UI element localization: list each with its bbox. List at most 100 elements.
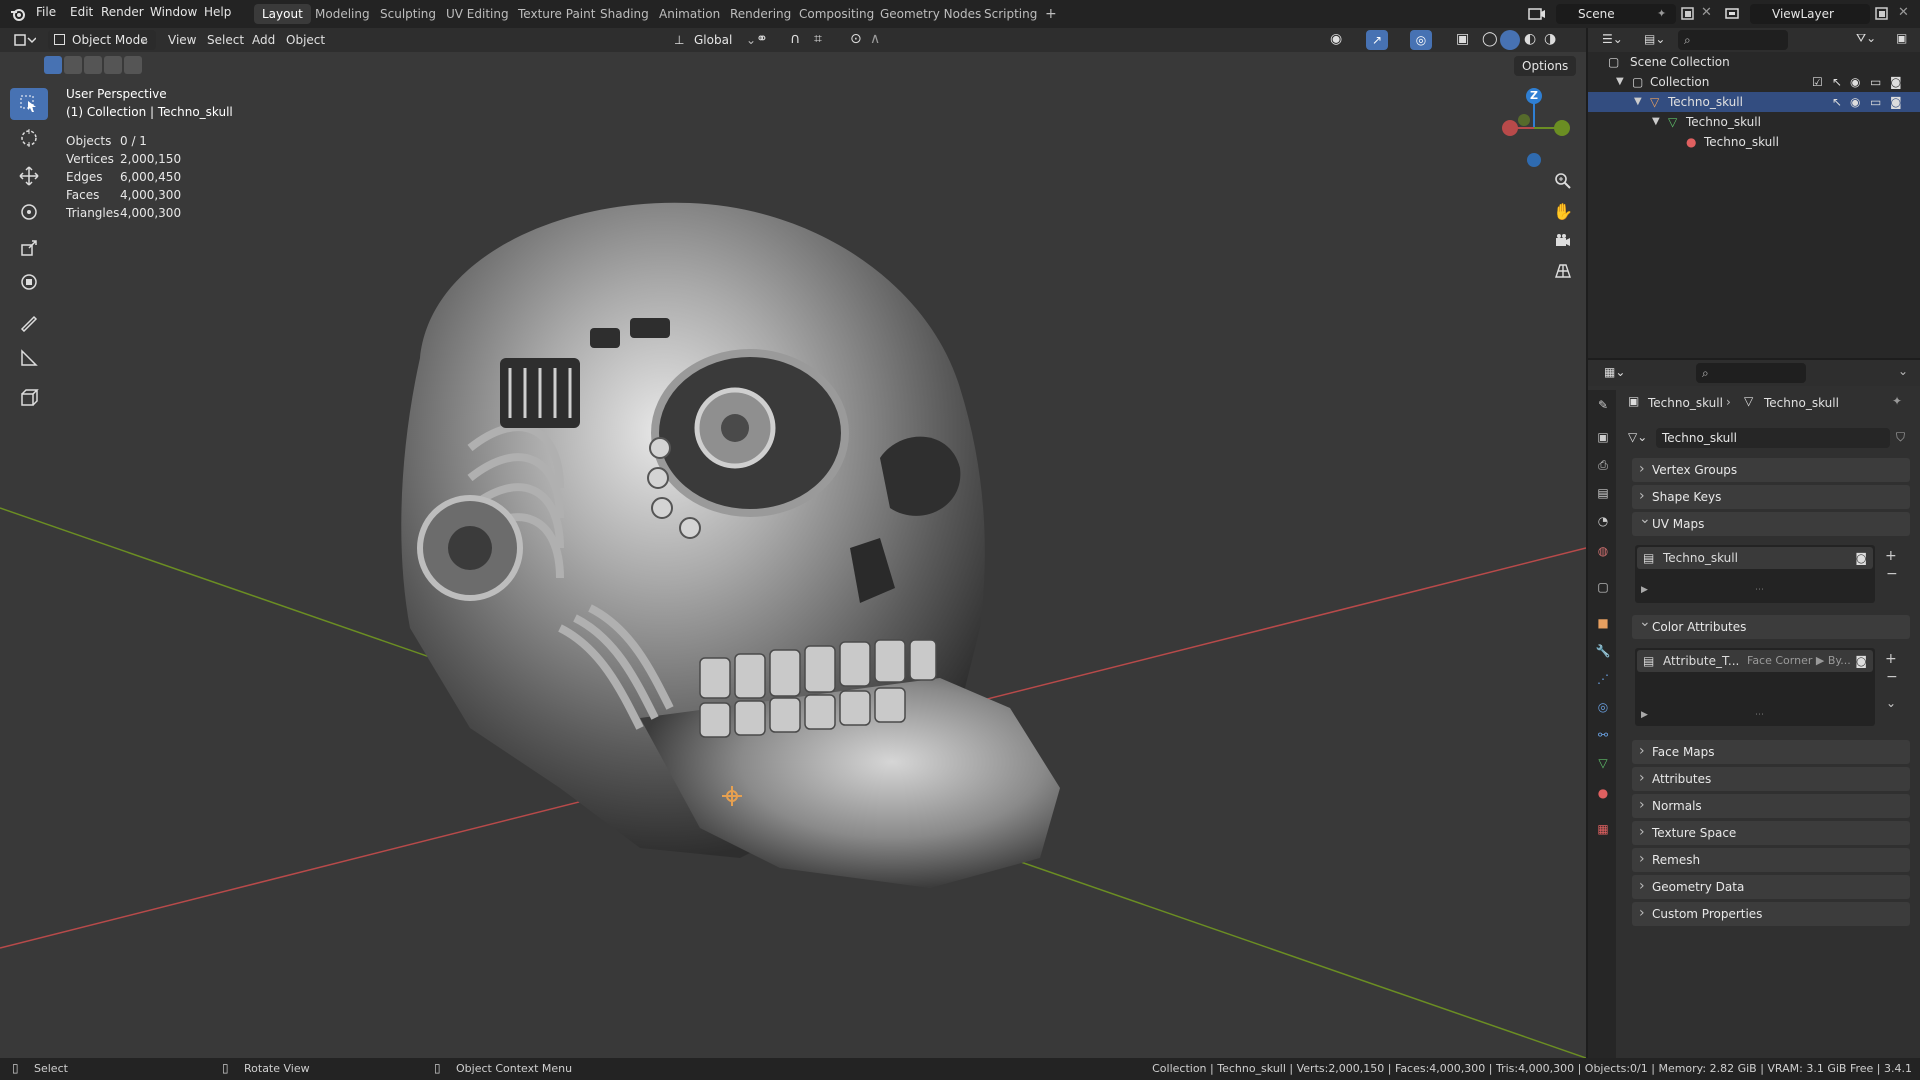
particles-tab-icon[interactable]: ⋰: [1594, 670, 1612, 688]
resize-handle-icon[interactable]: ⋯: [1755, 585, 1764, 595]
viewport-scene[interactable]: [0, 28, 1586, 1058]
expand-arrow-icon[interactable]: ▶: [1641, 585, 1648, 595]
tab-sculpting[interactable]: Sculpting: [372, 4, 444, 24]
panel-geometry-data[interactable]: Geometry Data: [1632, 874, 1910, 899]
outliner-row-object[interactable]: ▼ ▽ Techno_skull ↖ ◉ ▭ ◙: [1588, 92, 1920, 112]
outliner-row-material[interactable]: ● Techno_skull: [1588, 132, 1920, 152]
object-mode-dropdown[interactable]: Object Mode ⌄: [48, 30, 156, 50]
fake-user-shield-icon[interactable]: ⛉: [1896, 430, 1905, 445]
measure-tool[interactable]: [10, 342, 48, 374]
wireframe-shading-icon[interactable]: ◯: [1482, 31, 1498, 47]
add-uv-map-button[interactable]: +: [1885, 548, 1897, 564]
outliner-row-scene-collection[interactable]: ▢ Scene Collection: [1588, 52, 1920, 72]
eye-icon[interactable]: ◉: [1850, 72, 1860, 92]
monitor-icon[interactable]: ▭: [1870, 72, 1881, 92]
new-scene-icon[interactable]: [1680, 6, 1696, 25]
tab-rendering[interactable]: Rendering: [722, 4, 799, 24]
outliner-search-input[interactable]: ⌕: [1678, 30, 1788, 50]
menu-object[interactable]: Object: [286, 33, 325, 47]
monitor-icon[interactable]: ▭: [1870, 92, 1881, 112]
3d-viewport[interactable]: [0, 28, 1586, 1058]
tab-uv-editing[interactable]: UV Editing: [438, 4, 517, 24]
view-layer-tab-icon[interactable]: ▤: [1594, 484, 1612, 502]
world-tab-icon[interactable]: ◍: [1594, 542, 1612, 560]
panel-remesh[interactable]: Remesh: [1632, 847, 1910, 872]
new-view-layer-icon[interactable]: [1874, 6, 1890, 25]
selectable-icon[interactable]: ↖: [1832, 72, 1842, 92]
options-dropdown[interactable]: Options: [1514, 56, 1576, 76]
camera-icon[interactable]: ◙: [1855, 547, 1867, 569]
pin-icon[interactable]: ✦: [1892, 394, 1902, 408]
menu-window[interactable]: Window: [150, 5, 197, 19]
panel-shape-keys[interactable]: Shape Keys: [1632, 484, 1910, 509]
panel-vertex-groups[interactable]: Vertex Groups: [1632, 457, 1910, 482]
pan-hand-icon[interactable]: ✋: [1550, 198, 1576, 224]
proportional-edit-icon[interactable]: ⊙: [850, 31, 862, 47]
pin-icon[interactable]: ✦: [1657, 7, 1666, 20]
material-tab-icon[interactable]: ●: [1594, 784, 1612, 802]
constraints-tab-icon[interactable]: ⚯: [1594, 726, 1612, 744]
rotate-tool[interactable]: [10, 196, 48, 228]
panel-face-maps[interactable]: Face Maps: [1632, 739, 1910, 764]
color-attribute-item[interactable]: ▤ Attribute_T... Face Corner ▶ By... ◙: [1637, 650, 1873, 672]
select-new-icon[interactable]: [44, 56, 62, 74]
resize-handle-icon[interactable]: ⋯: [1755, 710, 1764, 720]
blender-logo-icon[interactable]: [10, 6, 26, 25]
scale-tool[interactable]: [10, 232, 48, 264]
object-tab-icon[interactable]: ■: [1594, 614, 1612, 632]
select-subtract-icon[interactable]: [84, 56, 102, 74]
physics-tab-icon[interactable]: ◎: [1594, 698, 1612, 716]
new-collection-icon[interactable]: ▣: [1896, 31, 1907, 45]
pivot-point-icon[interactable]: ⚭: [756, 31, 768, 47]
panel-custom-properties[interactable]: Custom Properties: [1632, 901, 1910, 926]
modifier-tab-icon[interactable]: 🔧: [1594, 642, 1612, 660]
render-tab-icon[interactable]: ▣: [1594, 428, 1612, 446]
selectable-icon[interactable]: ↖: [1832, 92, 1842, 112]
menu-view[interactable]: View: [168, 33, 196, 47]
output-tab-icon[interactable]: ⎙: [1594, 456, 1612, 474]
select-invert-icon[interactable]: [104, 56, 122, 74]
remove-view-layer-icon[interactable]: ✕: [1898, 5, 1909, 20]
scene-icon[interactable]: [1528, 6, 1546, 25]
properties-editor-icon[interactable]: ▦⌄: [1604, 365, 1625, 379]
gizmo-toggle-icon[interactable]: ↗: [1366, 30, 1388, 50]
expand-arrow-icon[interactable]: ▼: [1652, 112, 1660, 132]
remove-scene-icon[interactable]: ✕: [1701, 5, 1712, 20]
remove-uv-map-button[interactable]: −: [1886, 566, 1898, 582]
checkbox-icon[interactable]: ☑: [1812, 72, 1823, 92]
menu-select[interactable]: Select: [207, 33, 244, 47]
perspective-toggle-icon[interactable]: [1550, 258, 1576, 284]
tab-shading[interactable]: Shading: [592, 4, 657, 24]
texture-tab-icon[interactable]: ▦: [1594, 820, 1612, 838]
eye-icon[interactable]: ◉: [1850, 92, 1860, 112]
zoom-icon[interactable]: [1550, 168, 1576, 194]
tab-modeling[interactable]: Modeling: [307, 4, 378, 24]
add-cube-tool[interactable]: [10, 382, 48, 414]
outliner-row-mesh-data[interactable]: ▼ ▽ Techno_skull: [1588, 112, 1920, 132]
select-box-tool[interactable]: [10, 88, 48, 120]
overlay-toggle-icon[interactable]: ◎: [1410, 30, 1432, 50]
panel-normals[interactable]: Normals: [1632, 793, 1910, 818]
filter-icon[interactable]: ⛛⌄: [1856, 31, 1876, 46]
expand-arrow-icon[interactable]: ▼: [1634, 92, 1642, 112]
material-shading-icon[interactable]: ◐: [1524, 31, 1536, 47]
mesh-data-tab-icon[interactable]: ▽: [1594, 754, 1612, 772]
color-attribute-menu-icon[interactable]: ⌄: [1886, 696, 1896, 710]
move-tool[interactable]: [10, 160, 48, 192]
select-extend-icon[interactable]: [64, 56, 82, 74]
solid-shading-icon[interactable]: [1500, 30, 1520, 50]
editor-type-icon[interactable]: [14, 32, 37, 51]
tab-geometry-nodes[interactable]: Geometry Nodes: [872, 4, 989, 24]
snap-target-icon[interactable]: ⌗: [814, 31, 822, 47]
expand-arrow-icon[interactable]: ▼: [1616, 72, 1624, 92]
outliner-row-collection[interactable]: ▼ ▢ Collection ☑ ↖ ◉ ▭ ◙: [1588, 72, 1920, 92]
tab-scripting[interactable]: Scripting: [976, 4, 1045, 24]
mesh-name-field[interactable]: Techno_skull: [1656, 428, 1890, 448]
select-intersect-icon[interactable]: [124, 56, 142, 74]
collection-tab-icon[interactable]: ▢: [1594, 578, 1612, 596]
cursor-tool[interactable]: [10, 122, 48, 154]
camera-icon[interactable]: ◙: [1890, 72, 1902, 92]
tab-animation[interactable]: Animation: [651, 4, 728, 24]
camera-icon[interactable]: ◙: [1890, 92, 1902, 112]
falloff-icon[interactable]: ∧: [870, 31, 880, 47]
